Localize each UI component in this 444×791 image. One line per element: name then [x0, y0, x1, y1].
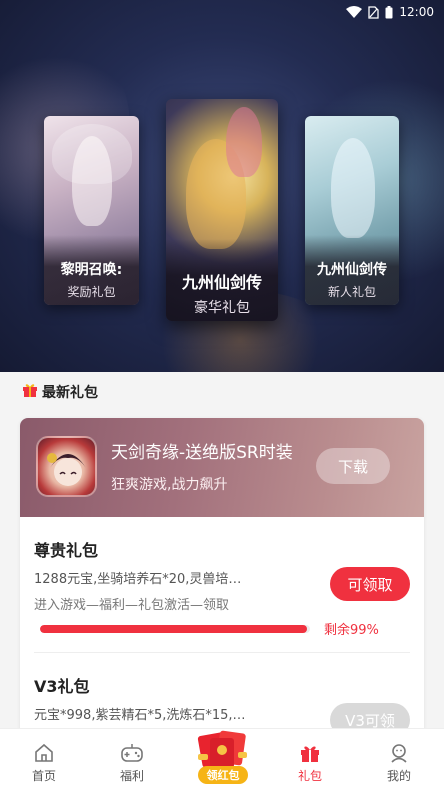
battery-icon [385, 5, 393, 19]
card-title: 黎明召唤: [60, 262, 123, 278]
hero-carousel[interactable]: 12:00 黎明召唤: 奖励礼包 九州仙剑传 豪华礼包 九州仙剑传 新人礼包 [0, 0, 444, 372]
card-caption: 九州仙剑传 新人礼包 [305, 235, 399, 305]
download-button[interactable]: 下载 [316, 448, 390, 484]
featured-card-center[interactable]: 九州仙剑传 豪华礼包 [166, 99, 278, 321]
game-title: 天剑奇缘-送绝版SR时装 [111, 443, 293, 463]
featured-card-right[interactable]: 九州仙剑传 新人礼包 [305, 116, 399, 305]
no-sim-icon [368, 5, 380, 19]
nav-label: 首页 [31, 769, 56, 783]
nav-item-welfare[interactable]: 福利 [88, 729, 176, 791]
card-caption: 黎明召唤: 奖励礼包 [44, 235, 139, 305]
card-caption: 九州仙剑传 豪华礼包 [166, 239, 278, 321]
nav-item-home[interactable]: 首页 [0, 729, 88, 791]
gift-name: V3礼包 [34, 677, 90, 696]
nav-item-mine[interactable]: 我的 [355, 729, 443, 791]
gift-description: 1288元宝,坐骑培养石*20,灵兽培… [34, 572, 242, 587]
nav-label: 福利 [119, 769, 144, 783]
game-subtitle: 狂爽游戏,战力飙升 [111, 477, 228, 493]
remaining-progress-fill [40, 625, 308, 633]
card-subtitle: 奖励礼包 [67, 285, 116, 299]
gift-description: 元宝*998,紫芸精石*5,洗炼石*15,… [34, 708, 246, 723]
gift-panel: 天剑奇缘-送绝版SR时装 狂爽游戏,战力飙升 下载 尊贵礼包 1288元宝,坐骑… [20, 418, 424, 738]
status-bar: 12:00 [346, 3, 434, 21]
claim-button[interactable]: 可领取 [330, 567, 410, 601]
red-packet-button[interactable]: 领红包 [190, 728, 256, 786]
divider [34, 652, 410, 653]
gift-name: 尊贵礼包 [34, 541, 99, 560]
card-title: 九州仙剑传 [317, 262, 387, 278]
status-time: 12:00 [399, 5, 434, 19]
gift-icon [22, 382, 38, 402]
gift-redeem-instructions: 进入游戏—福利—礼包激活—领取 [34, 598, 230, 613]
featured-card-left[interactable]: 黎明召唤: 奖励礼包 [44, 116, 139, 305]
nav-label: 我的 [386, 769, 411, 783]
card-title: 九州仙剑传 [181, 273, 262, 292]
game-icon[interactable] [36, 436, 97, 497]
section-title: 最新礼包 [42, 385, 98, 401]
home-icon [33, 741, 55, 765]
game-banner[interactable]: 天剑奇缘-送绝版SR时装 狂爽游戏,战力飙升 下载 [20, 418, 424, 517]
nav-label: 礼包 [297, 769, 322, 783]
remaining-progress-bar [40, 625, 310, 633]
card-subtitle: 豪华礼包 [194, 300, 250, 316]
nav-item-gift[interactable]: 礼包 [266, 729, 354, 791]
red-packet-label: 领红包 [198, 766, 248, 784]
gift-box-icon [299, 741, 321, 765]
user-icon [388, 741, 410, 765]
card-subtitle: 新人礼包 [327, 285, 376, 299]
remaining-label: 剩余99% [324, 623, 379, 638]
section-header: 最新礼包 [22, 382, 98, 402]
gamepad-icon [120, 741, 144, 765]
wifi-icon [346, 6, 363, 18]
gift-item: 尊贵礼包 1288元宝,坐骑培养石*20,灵兽培… 进入游戏—福利—礼包激活—领… [34, 537, 410, 638]
